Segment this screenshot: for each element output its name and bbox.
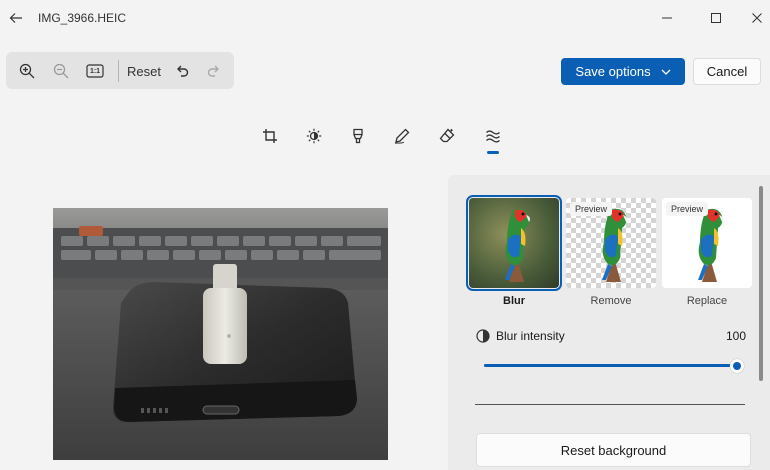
option-label: Blur <box>503 295 525 307</box>
option-label: Replace <box>686 295 728 307</box>
panel-scrollbar[interactable] <box>759 186 763 381</box>
marker-icon <box>353 128 363 144</box>
erase-icon <box>439 128 455 143</box>
pen-icon <box>394 128 410 144</box>
chevron-down-icon <box>661 69 671 75</box>
zoom-out-button[interactable] <box>48 59 74 83</box>
blur-intensity-slider[interactable] <box>484 359 744 373</box>
actual-size-label: 1:1 <box>89 67 101 75</box>
zoom-out-icon <box>53 63 69 79</box>
blur-intensity-label: Blur intensity <box>496 329 565 343</box>
preview-badge: Preview <box>666 202 709 216</box>
window-title: IMG_3966.HEIC <box>38 11 127 25</box>
option-blur[interactable]: Blur <box>466 195 562 312</box>
redo-icon <box>207 65 219 77</box>
back-button[interactable] <box>4 6 28 30</box>
toolbar-divider <box>118 60 119 82</box>
background-icon <box>486 130 500 143</box>
option-remove[interactable]: Preview Remove <box>566 198 656 312</box>
crop-icon <box>263 129 277 143</box>
minimize-icon <box>662 17 672 19</box>
undo-icon <box>177 65 189 77</box>
contrast-icon <box>476 329 490 343</box>
minimize-button[interactable] <box>652 6 682 30</box>
selected-tab-indicator <box>487 151 499 154</box>
close-button[interactable] <box>742 6 770 30</box>
actual-size-button[interactable]: 1:1 <box>82 59 108 83</box>
preview-badge: Preview <box>570 202 613 216</box>
reset-background-label: Reset background <box>560 442 667 458</box>
save-options-label: Save options <box>575 64 651 79</box>
save-options-button[interactable]: Save options <box>561 58 685 85</box>
blur-intensity-row: Blur intensity 100 <box>476 329 746 347</box>
tab-adjust[interactable] <box>302 124 326 148</box>
option-replace[interactable]: Preview Replace <box>662 198 752 312</box>
tab-filter[interactable] <box>346 124 370 148</box>
close-icon <box>752 13 762 23</box>
remove-thumbnail: Preview <box>566 198 656 288</box>
slider-thumb[interactable] <box>730 359 744 373</box>
maximize-button[interactable] <box>701 6 731 30</box>
photo-canvas[interactable] <box>53 208 388 460</box>
zoom-in-button[interactable] <box>14 59 40 83</box>
cancel-label: Cancel <box>706 64 748 79</box>
brightness-icon <box>306 128 322 144</box>
cancel-button[interactable]: Cancel <box>693 58 761 85</box>
photo-image <box>53 208 388 460</box>
slider-fill <box>484 364 744 367</box>
zoom-in-icon <box>19 63 35 79</box>
blur-intensity-value: 100 <box>725 329 746 343</box>
replace-thumbnail: Preview <box>662 198 752 288</box>
parrot-image <box>505 208 530 282</box>
title-bar: IMG_3966.HEIC <box>0 0 770 36</box>
reset-button[interactable]: Reset <box>126 59 162 83</box>
arrow-left-icon <box>9 13 22 23</box>
option-label: Remove <box>590 295 632 307</box>
redo-button[interactable] <box>202 59 226 83</box>
reset-label: Reset <box>127 63 161 79</box>
tab-erase[interactable] <box>435 124 459 148</box>
blur-thumbnail <box>466 195 562 291</box>
tab-crop[interactable] <box>258 124 282 148</box>
tab-markup[interactable] <box>390 124 414 148</box>
reset-background-button[interactable]: Reset background <box>476 433 751 467</box>
maximize-icon <box>711 13 721 23</box>
panel-divider <box>475 404 745 405</box>
view-toolbar: 1:1 Reset <box>6 52 234 89</box>
undo-button[interactable] <box>170 59 194 83</box>
tab-background[interactable] <box>481 124 505 148</box>
